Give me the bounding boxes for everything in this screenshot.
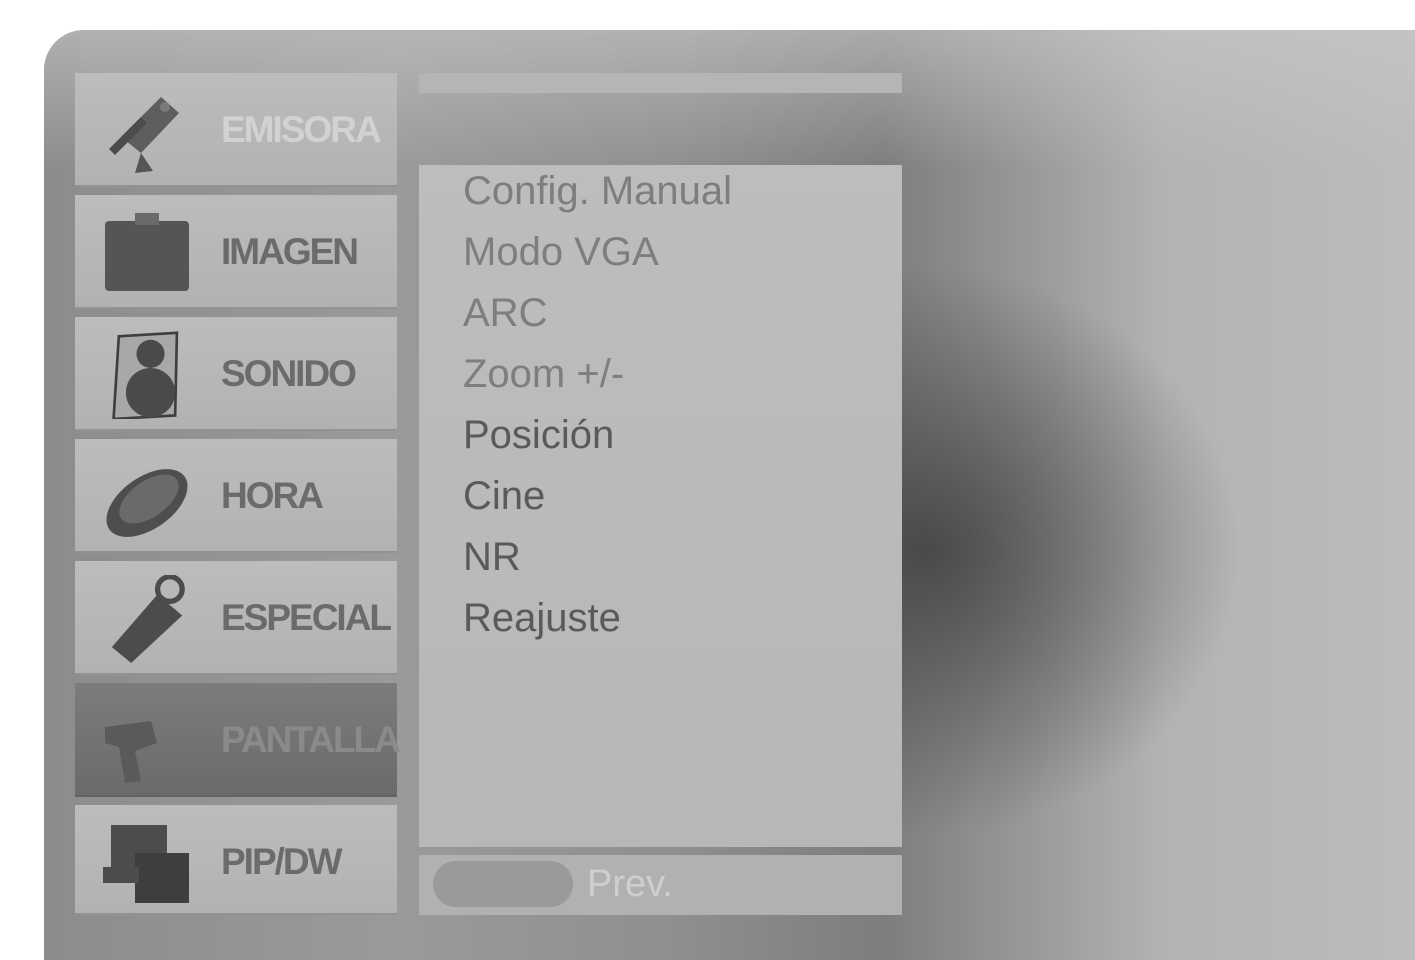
tab-imagen[interactable]: IMAGEN [75,195,397,309]
submenu-panel: Config. Manual Modo VGA ARC Zoom +/- Pos… [419,165,902,847]
footer-bar: Prev. [419,855,902,915]
submenu-item-modo-vga[interactable]: Modo VGA [463,226,732,287]
tab-pip-dw[interactable]: PIP/DW [75,805,397,915]
submenu-list: Config. Manual Modo VGA ARC Zoom +/- Pos… [463,165,732,653]
submenu-item-reajuste[interactable]: Reajuste [463,592,732,653]
submenu-item-arc[interactable]: ARC [463,287,732,348]
tab-especial[interactable]: ESPECIAL [75,561,397,675]
prev-label: Prev. [587,863,673,905]
submenu-item-zoom[interactable]: Zoom +/- [463,348,732,409]
submenu-item-nr[interactable]: NR [463,531,732,592]
speaker-icon [112,331,179,419]
pip-icon [103,825,189,903]
tab-emisora[interactable]: EMISORA [75,73,397,187]
submenu-header-strip [419,73,902,93]
main-menu-sidebar: EMISORA IMAGEN SONIDO HORA ESPECIAL PANT… [75,73,401,915]
satellite-dish-icon [109,97,179,173]
submenu-item-config-manual[interactable]: Config. Manual [463,165,732,226]
clock-icon [106,469,188,537]
submenu-item-posicion[interactable]: Posición [463,409,732,470]
tab-label-emisora: EMISORA [221,109,382,150]
tab-hora[interactable]: HORA [75,439,397,553]
tab-label-imagen: IMAGEN [221,231,359,272]
tab-label-especial: ESPECIAL [221,597,392,638]
tab-label-pantalla: PANTALLA [221,719,401,760]
tab-label-pip-dw: PIP/DW [221,841,343,882]
key-tag-icon [111,575,185,663]
tab-pantalla[interactable]: PANTALLA [75,683,401,797]
screen-icon [105,721,157,783]
tab-label-hora: HORA [221,475,324,516]
prev-button[interactable] [433,861,573,907]
tab-sonido[interactable]: SONIDO [75,317,397,431]
picture-icon [105,213,189,291]
submenu-item-cine[interactable]: Cine [463,470,732,531]
tab-label-sonido: SONIDO [221,353,357,394]
